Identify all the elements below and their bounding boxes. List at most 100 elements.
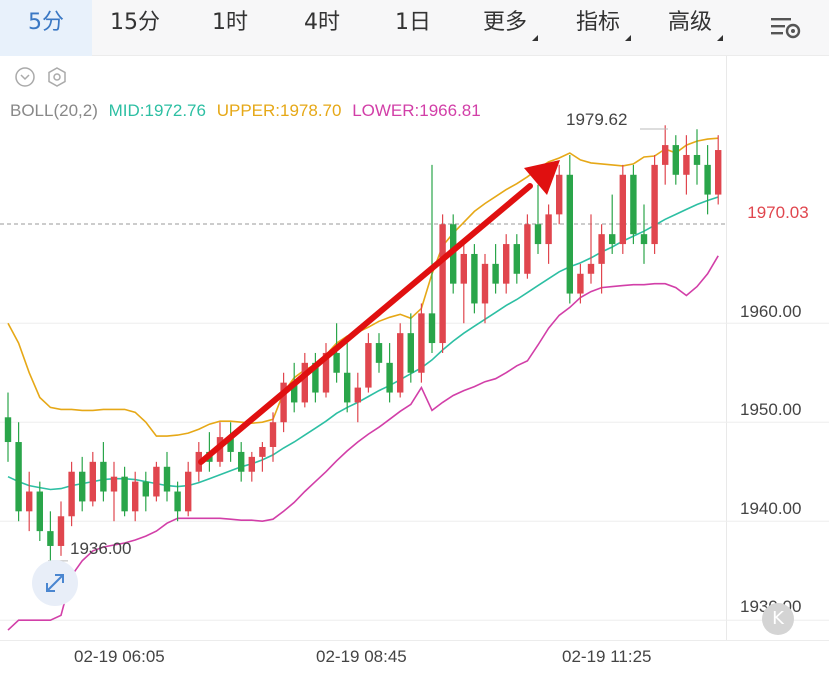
- candle-body: [609, 234, 616, 245]
- candle-body: [577, 273, 584, 294]
- candle-body: [534, 224, 542, 245]
- candle-body: [375, 343, 383, 363]
- candle-body: [471, 253, 478, 304]
- candles: [4, 125, 722, 561]
- candle-body: [662, 145, 669, 165]
- boll-mid-value: MID:1972.76: [108, 101, 206, 120]
- candle-body: [598, 234, 605, 264]
- candle-body: [259, 446, 266, 457]
- indicator-controls: [14, 66, 68, 88]
- candle-body: [365, 343, 372, 388]
- candle-body: [36, 491, 43, 532]
- candle-body: [481, 263, 489, 304]
- candle-body: [693, 154, 701, 165]
- chart-overlay: [48, 128, 668, 562]
- tab-advanced-dropdown[interactable]: 高级: [655, 0, 725, 56]
- candle-body: [344, 372, 351, 403]
- candle-body: [185, 471, 192, 512]
- tab-15min[interactable]: 15分: [95, 0, 175, 56]
- candle-body: [142, 481, 149, 497]
- candle-body: [57, 516, 65, 546]
- low-price-annotation: 1936.00: [70, 539, 132, 558]
- candle-body: [587, 263, 595, 274]
- candle-body: [132, 481, 139, 512]
- dropdown-triangle-icon: [717, 35, 723, 41]
- tab-1hour[interactable]: 1时: [190, 0, 270, 56]
- candle-body: [238, 451, 245, 472]
- candle-body: [503, 244, 510, 284]
- tab-1day[interactable]: 1日: [373, 0, 453, 56]
- tab-more-dropdown[interactable]: 更多: [470, 0, 540, 56]
- time-axis-label: 02-19 11:25: [562, 647, 652, 666]
- candle-body: [715, 150, 722, 195]
- candle-body: [26, 491, 33, 512]
- candle-body: [47, 531, 54, 546]
- candle-body: [15, 442, 22, 512]
- candle-body: [4, 417, 12, 443]
- tab-label: 4时: [304, 10, 340, 35]
- boll-lower-line: [7, 255, 719, 631]
- price-axis-label: 1960.00: [740, 302, 802, 321]
- chart-settings-button[interactable]: [769, 12, 803, 42]
- candle-body: [513, 244, 520, 274]
- candle-body: [545, 214, 552, 245]
- dropdown-triangle-icon: [532, 35, 538, 41]
- candle-body: [524, 224, 531, 274]
- boll-name: BOLL(20,2): [10, 101, 98, 120]
- candle-body: [89, 461, 96, 502]
- candle-body: [566, 174, 573, 294]
- candle-body: [640, 234, 648, 245]
- dropdown-triangle-icon: [625, 35, 631, 41]
- trend-arrow-shaft: [198, 183, 533, 465]
- tab-label: 高级: [667, 10, 712, 35]
- timeframe-tab-bar: 5分 15分 1时 4时 1日 更多 指标 高级: [0, 0, 829, 56]
- candle-body: [418, 313, 425, 373]
- candle-body: [100, 461, 107, 492]
- kline-toggle-button[interactable]: K: [762, 603, 794, 635]
- time-axis-label: 02-19 08:45: [316, 647, 407, 666]
- candle-body: [630, 174, 637, 235]
- boll-lower-value: LOWER:1966.81: [352, 101, 481, 120]
- candle-body: [428, 313, 436, 344]
- collapse-icon[interactable]: [14, 66, 36, 88]
- tab-label: 1时: [212, 10, 248, 35]
- candle-body: [301, 362, 308, 403]
- candle-body: [153, 466, 160, 497]
- candle-body: [619, 174, 626, 245]
- boll-upper-value: UPPER:1978.70: [216, 101, 342, 120]
- candle-body: [683, 154, 690, 175]
- candle-body: [672, 145, 679, 175]
- candle-body: [386, 362, 393, 393]
- candle-body: [248, 456, 255, 472]
- candle-body: [439, 224, 446, 344]
- tab-label: 指标: [575, 10, 620, 35]
- candle-body: [460, 253, 467, 284]
- candle-body: [333, 352, 340, 373]
- tab-label: 更多: [482, 10, 527, 35]
- tab-indicators-dropdown[interactable]: 指标: [563, 0, 633, 56]
- candle-body: [174, 491, 181, 512]
- high-price-annotation: 1979.62: [566, 110, 628, 129]
- tab-4hour[interactable]: 4时: [282, 0, 362, 56]
- tab-5min[interactable]: 5分: [0, 0, 92, 56]
- time-axis: 02-19 06:05 02-19 08:45 02-19 11:25: [0, 640, 829, 676]
- candle-body: [704, 164, 711, 195]
- candle-body: [121, 476, 128, 512]
- expand-arrows-icon: [46, 574, 64, 592]
- chart-settings-icon: [771, 18, 801, 39]
- candle-body: [163, 466, 171, 492]
- candle-body: [79, 471, 86, 502]
- candle-body: [651, 164, 658, 245]
- tab-label: 1日: [395, 10, 431, 35]
- candle-body: [556, 174, 563, 215]
- candle-body: [354, 387, 361, 403]
- candle-body: [397, 333, 404, 393]
- price-axis-label: 1950.00: [740, 400, 802, 419]
- time-axis-label: 02-19 06:05: [74, 647, 165, 666]
- boll-legend: BOLL(20,2) MID:1972.76 UPPER:1978.70 LOW…: [10, 101, 487, 121]
- indicator-settings-icon[interactable]: [46, 66, 68, 88]
- fullscreen-button[interactable]: [32, 560, 78, 606]
- tab-label: 15分: [110, 10, 160, 35]
- candle-body: [110, 476, 118, 492]
- last-price-tag: 1970.03: [727, 201, 829, 225]
